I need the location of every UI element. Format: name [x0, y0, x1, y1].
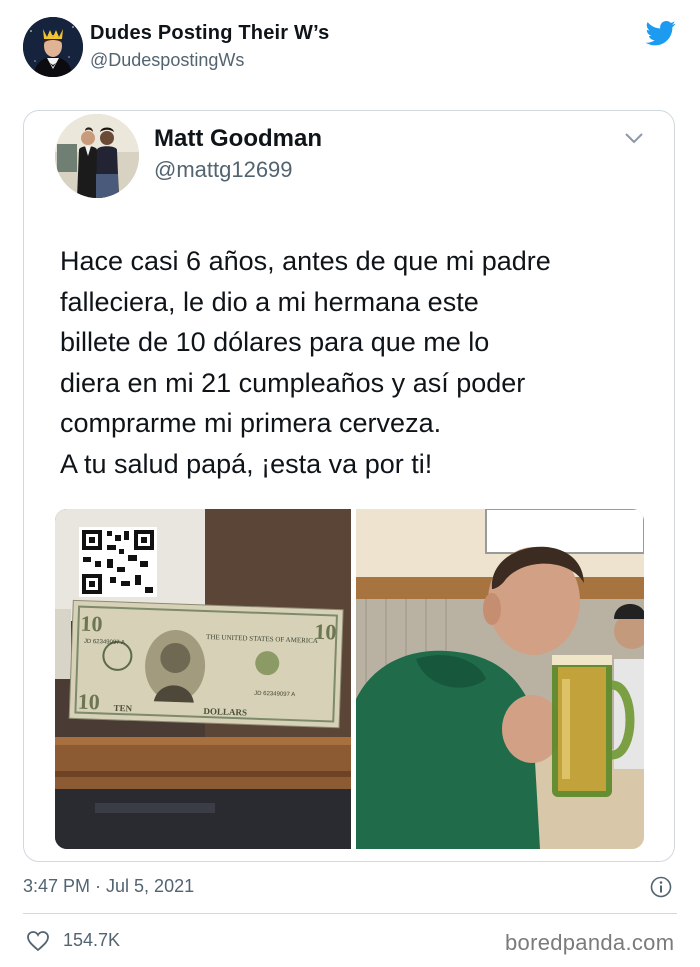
- quoted-tweet-card[interactable]: Matt Goodman @mattg12699 Hace casi 6 año…: [23, 110, 675, 862]
- beer-photo: [356, 509, 644, 849]
- account-avatar[interactable]: [23, 17, 83, 77]
- source-watermark: boredpanda.com: [505, 930, 675, 955]
- tweet-text: Hace casi 6 años, antes de que mi padre …: [60, 246, 551, 479]
- account-name[interactable]: Dudes Posting Their W’s: [90, 22, 329, 45]
- heart-icon[interactable]: [26, 930, 50, 952]
- bill-denomination: TEN: [113, 703, 132, 714]
- quoted-author-avatar[interactable]: [55, 114, 139, 198]
- quoted-avatar-image: [55, 114, 139, 198]
- quoted-author-handle[interactable]: @mattg12699: [154, 157, 293, 183]
- avatar-image: [23, 17, 83, 77]
- divider: [23, 913, 677, 914]
- twitter-bird-icon[interactable]: [644, 18, 678, 48]
- bill-bottom-text: DOLLARS: [203, 706, 247, 718]
- info-icon[interactable]: [650, 876, 672, 898]
- account-handle[interactable]: @DudespostingWs: [90, 50, 244, 71]
- chevron-down-icon[interactable]: [624, 131, 644, 145]
- bill-corner-value-3: 10: [77, 689, 100, 715]
- bill-corner-value-1: 10: [80, 611, 103, 637]
- tweet-timestamp[interactable]: 3:47 PM · Jul 5, 2021: [23, 876, 194, 897]
- like-count: 154.7K: [63, 930, 121, 950]
- photo-ten-dollar-bill[interactable]: 10 10 10 THE UNITED STATES OF AMERICA JD…: [55, 509, 351, 849]
- bill-photo: 10 10 10 THE UNITED STATES OF AMERICA JD…: [55, 509, 351, 849]
- quoted-author-name[interactable]: Matt Goodman: [154, 125, 322, 153]
- photo-man-drinking-beer[interactable]: [356, 509, 644, 849]
